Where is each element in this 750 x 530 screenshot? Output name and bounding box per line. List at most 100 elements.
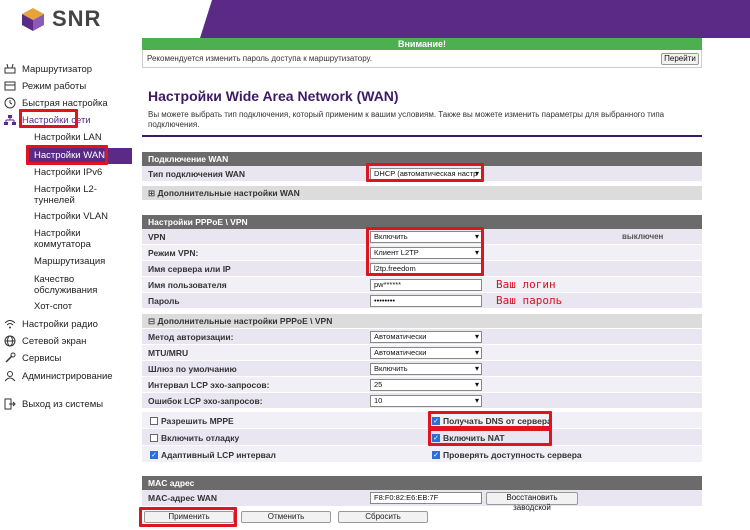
nat-label: Включить NAT — [443, 433, 505, 443]
subitem-routing[interactable]: Маршрутизация — [34, 256, 105, 267]
logo: SNR — [20, 6, 101, 32]
sidebar-item-radio[interactable]: Настройки радио — [4, 316, 98, 332]
reset-button[interactable]: Сбросить — [338, 511, 428, 523]
notice-panel: Рекомендуется изменить пароль доступа к … — [142, 50, 702, 68]
subitem-switch[interactable]: Настройки коммутатора — [34, 228, 104, 250]
logout-icon — [4, 398, 16, 410]
sidebar-item-router[interactable]: Маршрутизатор — [4, 61, 92, 77]
vpn-server-input[interactable]: l2tp.freedom — [370, 263, 482, 275]
restore-mac-button[interactable]: Восстановить заводской — [486, 492, 578, 512]
page-description: Вы можете выбрать тип подключения, котор… — [148, 110, 665, 129]
sidebar-item-firewall[interactable]: Сетевой экран — [4, 333, 86, 349]
subitem-qos[interactable]: Качество обслуживания — [34, 274, 106, 296]
mtu-row: MTU/MRU Автоматически — [142, 345, 702, 361]
sidebar: Маршрутизатор Режим работы Быстрая настр… — [0, 38, 140, 530]
top-banner — [200, 0, 750, 38]
page-title: Настройки Wide Area Network (WAN) — [148, 88, 399, 104]
debug-checkbox[interactable]: Включить отладку — [150, 433, 239, 443]
adaptive-label: Адаптивный LCP интервал — [161, 450, 276, 460]
vpn-select[interactable]: Включить — [370, 231, 482, 243]
wrench-icon — [5, 352, 16, 363]
checkbox-row-3: ✓ Адаптивный LCP интервал ✓ Проверять до… — [142, 446, 702, 463]
nat-checkbox[interactable]: ✓ Включить NAT — [432, 433, 505, 443]
snr-logo-icon — [22, 8, 44, 31]
wifi-icon — [4, 320, 16, 329]
sidebar-item-label: Настройки сети — [22, 114, 91, 126]
apply-button[interactable]: Применить — [144, 511, 234, 523]
vpn-row: VPN Включить выключен — [142, 229, 702, 245]
clock-icon — [4, 97, 16, 109]
vpn-label: VPN — [148, 232, 166, 242]
debug-check-icon — [150, 434, 158, 442]
mppe-checkbox[interactable]: Разрешить MPPE — [150, 416, 234, 426]
sidebar-item-label: Сервисы — [22, 352, 62, 364]
brand-name: SNR — [52, 6, 102, 31]
lcp-errors-label: Ошибок LCP эхо-запросов: — [148, 396, 263, 406]
pppoe-advanced-header[interactable]: ⊟ Дополнительные настройки PPPoE \ VPN — [142, 314, 702, 328]
notice-title: Внимание! — [142, 38, 702, 50]
subitem-ipv6[interactable]: Настройки IPv6 — [34, 167, 102, 178]
lcp-errors-select[interactable]: 10 — [370, 395, 482, 407]
gateway-select[interactable]: Включить — [370, 363, 482, 375]
goto-button[interactable]: Перейти — [661, 53, 699, 65]
dns-checkbox[interactable]: ✓ Получать DNS от сервера — [432, 416, 552, 426]
subitem-l2-tunnels[interactable]: Настройки L2-туннелей — [34, 184, 104, 206]
vpn-mode-label: Режим VPN: — [148, 248, 199, 258]
sidebar-item-label: Администрирование — [22, 370, 113, 382]
mode-icon — [4, 81, 16, 91]
sidebar-item-label: Быстрая настройка — [22, 97, 108, 109]
sidebar-item-network[interactable]: Настройки сети — [4, 112, 91, 128]
lcp-interval-row: Интервал LCP эхо-запросов: 25 — [142, 377, 702, 393]
title-divider — [142, 135, 702, 137]
server-check-label: Проверять доступность сервера — [443, 450, 582, 460]
mac-row: MAC-адрес WAN F8:F0:82:E6:EB:7F Восстано… — [142, 490, 702, 512]
subitem-lan[interactable]: Настройки LAN — [34, 132, 102, 143]
subitem-wan[interactable]: Настройки WAN — [26, 148, 132, 164]
subitem-hotspot[interactable]: Хот-спот — [34, 301, 72, 312]
vpn-server-row: Имя сервера или IP l2tp.freedom — [142, 261, 702, 277]
wan-type-row: Тип подключения WAN DHCP (автоматическая… — [142, 166, 702, 182]
vpn-password-input[interactable]: •••••••• — [370, 295, 482, 307]
lcp-interval-select[interactable]: 25 — [370, 379, 482, 391]
wan-advanced-label: Дополнительные настройки WAN — [157, 188, 300, 198]
nat-check-icon: ✓ — [432, 434, 440, 442]
pppoe-section-header: Настройки PPPoE \ VPN — [142, 215, 702, 229]
vpn-user-input[interactable]: pw****** — [370, 279, 482, 291]
server-check-checkbox[interactable]: ✓ Проверять доступность сервера — [432, 450, 582, 460]
adaptive-check-icon: ✓ — [150, 451, 158, 459]
cancel-button[interactable]: Отменить — [241, 511, 331, 523]
vpn-password-row: Пароль •••••••• Ваш пароль — [142, 293, 702, 309]
lcp-errors-row: Ошибок LCP эхо-запросов: 10 — [142, 393, 702, 409]
sidebar-item-label: Сетевой экран — [22, 335, 87, 347]
mtu-label: MTU/MRU — [148, 348, 189, 358]
annotation-login: Ваш логин — [496, 278, 556, 291]
wan-type-select[interactable]: DHCP (автоматическая настр — [370, 168, 482, 180]
sidebar-item-mode[interactable]: Режим работы — [4, 78, 86, 94]
vpn-status: выключен — [622, 232, 664, 241]
subitem-vlan[interactable]: Настройки VLAN — [34, 211, 108, 222]
vpn-mode-select[interactable]: Клиент L2TP — [370, 247, 482, 259]
adaptive-lcp-checkbox[interactable]: ✓ Адаптивный LCP интервал — [150, 450, 276, 460]
sidebar-item-label: Режим работы — [22, 80, 87, 92]
mppe-label: Разрешить MPPE — [161, 416, 234, 426]
vpn-password-label: Пароль — [148, 296, 180, 306]
checkbox-row-2: Включить отладку ✓ Включить NAT — [142, 429, 702, 446]
vpn-mode-row: Режим VPN: Клиент L2TP — [142, 245, 702, 261]
sidebar-item-quick-setup[interactable]: Быстрая настройка — [4, 95, 108, 111]
sidebar-item-admin[interactable]: Администрирование — [4, 368, 113, 384]
mtu-select[interactable]: Автоматически — [370, 347, 482, 359]
auth-row: Метод авторизации: Автоматически — [142, 329, 702, 345]
mac-input[interactable]: F8:F0:82:E6:EB:7F — [370, 492, 482, 504]
sidebar-item-label: Настройки радио — [22, 318, 98, 330]
debug-label: Включить отладку — [161, 433, 240, 443]
sidebar-item-logout[interactable]: Выход из системы — [4, 396, 103, 412]
wan-advanced-toggle[interactable]: ⊞ Дополнительные настройки WAN — [142, 186, 702, 200]
lcp-interval-label: Интервал LCP эхо-запросов: — [148, 380, 270, 390]
gateway-row: Шлюз по умолчанию Включить — [142, 361, 702, 377]
network-icon — [4, 115, 16, 125]
auth-select[interactable]: Автоматически — [370, 331, 482, 343]
sidebar-item-services[interactable]: Сервисы — [4, 350, 61, 366]
auth-label: Метод авторизации: — [148, 332, 234, 342]
vpn-server-label: Имя сервера или IP — [148, 264, 231, 274]
dns-label: Получать DNS от сервера — [443, 416, 552, 426]
